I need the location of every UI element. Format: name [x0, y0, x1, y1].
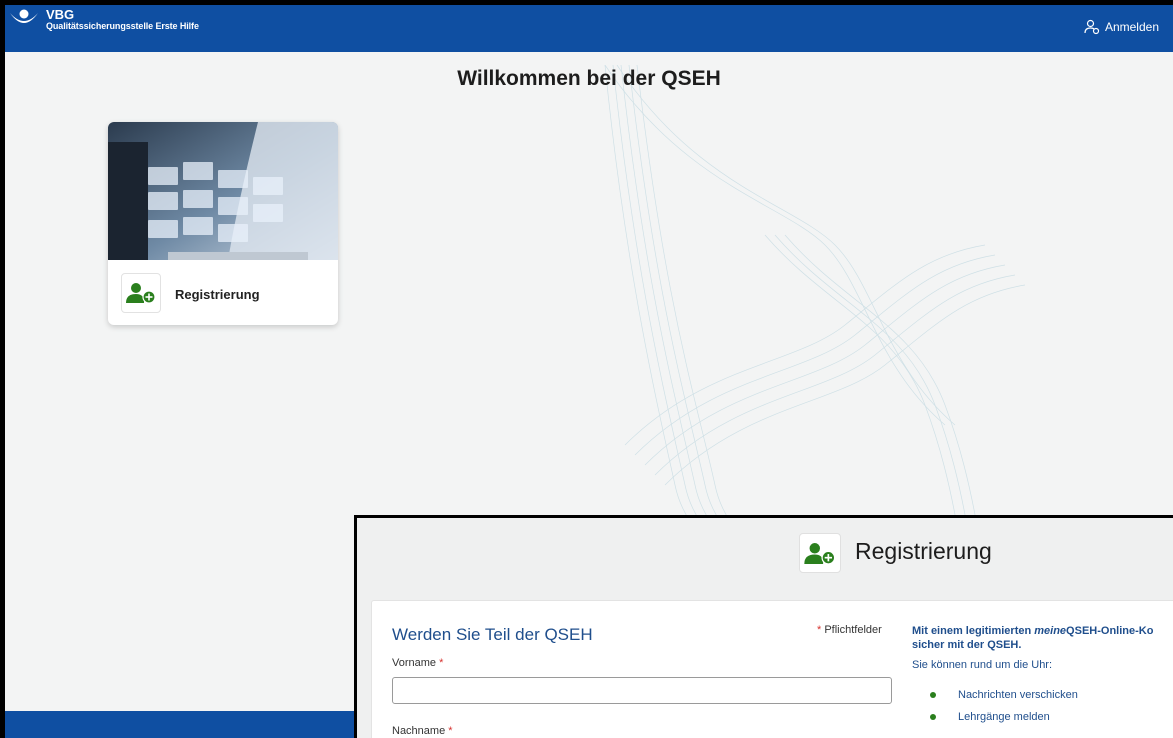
- login-button[interactable]: Anmelden: [1084, 19, 1159, 35]
- info-list: Nachrichten verschicken Lehrgänge melden: [927, 689, 1078, 733]
- registration-card[interactable]: Registrierung: [108, 122, 338, 325]
- form-heading: Werden Sie Teil der QSEH: [392, 625, 593, 644]
- brand-subtitle: Qualitätssicherungsstelle Erste Hilfe: [46, 21, 199, 31]
- info-heading-post: QSEH-Online-Ko: [1066, 625, 1154, 637]
- registration-title: Registrierung: [855, 538, 992, 564]
- list-item: Lehrgänge melden: [927, 711, 1078, 733]
- last-name-label-text: Nachname: [392, 725, 446, 737]
- required-fields-note: * Pflichtfelder: [817, 624, 882, 636]
- info-heading-emph: meine: [1034, 625, 1067, 637]
- info-heading: Mit einem legitimierten meineQSEH-Online…: [912, 624, 1173, 652]
- last-name-label: Nachname *: [392, 725, 453, 737]
- info-heading-line2: sicher mit der QSEH.: [912, 639, 1022, 651]
- brand[interactable]: VBG Qualitätssicherungsstelle Erste Hilf…: [46, 7, 199, 32]
- user-add-icon: [804, 542, 836, 565]
- first-name-input[interactable]: [392, 677, 892, 704]
- list-item: Nachrichten verschicken: [927, 689, 1078, 711]
- card-image: [108, 122, 338, 260]
- registration-form: Werden Sie Teil der QSEH * Pflichtfelder…: [371, 600, 1173, 738]
- first-name-label: Vorname *: [392, 657, 443, 669]
- first-name-label-text: Vorname: [392, 657, 437, 669]
- required-star: *: [817, 624, 822, 636]
- registration-card-label: Registrierung: [175, 287, 260, 302]
- brand-name: VBG: [46, 7, 75, 22]
- user-add-icon: [126, 283, 156, 304]
- registration-header-icon-box: [799, 533, 841, 573]
- required-star: *: [439, 657, 444, 669]
- user-login-icon: [1084, 19, 1100, 35]
- page-title: Willkommen bei der QSEH: [457, 67, 721, 90]
- required-star: *: [448, 725, 453, 737]
- card-footer: Registrierung: [108, 260, 338, 325]
- registration-overlay: Registrierung Werden Sie Teil der QSEH *…: [354, 515, 1173, 738]
- registration-icon-box: [121, 273, 161, 313]
- login-label: Anmelden: [1104, 20, 1159, 34]
- required-note-text: Pflichtfelder: [824, 624, 882, 636]
- top-navigation-bar: VBG Qualitätssicherungsstelle Erste Hilf…: [5, 5, 1173, 52]
- info-subtext: Sie können rund um die Uhr:: [912, 659, 1053, 671]
- info-heading-pre: Mit einem legitimierten: [912, 625, 1035, 637]
- registration-page: Registrierung Werden Sie Teil der QSEH *…: [357, 518, 1173, 738]
- vbg-logo-icon[interactable]: [9, 9, 39, 31]
